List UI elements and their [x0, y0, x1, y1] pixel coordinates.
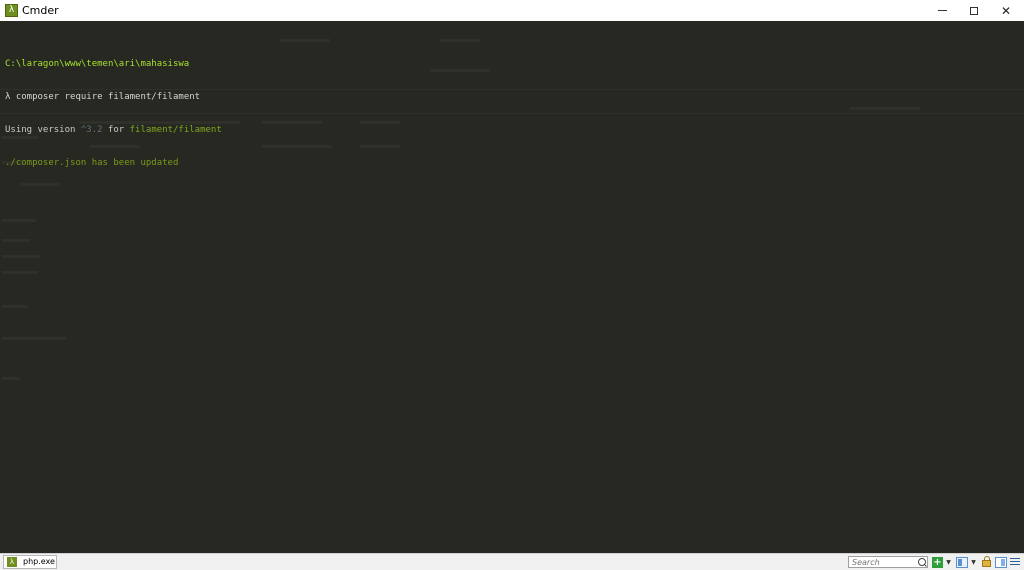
- minimize-button[interactable]: [926, 0, 958, 21]
- console-path-line: C:\laragon\www\temen\ari\mahasiswa: [5, 59, 190, 69]
- menu-icon[interactable]: [1010, 557, 1020, 568]
- split-view-icon[interactable]: [956, 557, 968, 568]
- lock-icon[interactable]: [982, 556, 991, 567]
- title-bar[interactable]: λ Cmder ✕: [0, 0, 1024, 22]
- new-console-icon[interactable]: +: [932, 557, 943, 568]
- search-icon[interactable]: [918, 558, 926, 566]
- version-text: ^3.2: [80, 125, 103, 135]
- output-text: for: [102, 125, 130, 135]
- console-output-line: Using version ^3.2 for filament/filament: [5, 125, 222, 136]
- window-title: Cmder: [22, 4, 59, 17]
- maximize-icon: [970, 6, 978, 15]
- tab-label: php.exe: [23, 557, 55, 566]
- command-text: composer require filament/filament: [15, 92, 201, 102]
- console-output-line: ./composer.json has been updated: [5, 158, 179, 168]
- close-icon: ✕: [1000, 3, 1012, 18]
- dropdown-arrow-icon[interactable]: ▼: [945, 557, 952, 568]
- dropdown-arrow-icon[interactable]: ▼: [970, 557, 977, 568]
- lambda-icon: λ: [7, 557, 17, 567]
- search-input[interactable]: [849, 557, 918, 567]
- search-box[interactable]: [848, 556, 928, 568]
- output-text: Using version: [5, 125, 81, 135]
- console-command-line: λ composer require filament/filament: [5, 92, 222, 103]
- console-tab[interactable]: λ php.exe: [3, 555, 57, 569]
- panel-icon[interactable]: [995, 557, 1007, 568]
- console-output: C:\laragon\www\temen\ari\mahasiswa λ com…: [5, 37, 222, 191]
- cmder-window: λ Cmder ✕ C:\laragon\www\temen\ari\mahas…: [0, 0, 1024, 570]
- maximize-button[interactable]: [958, 0, 990, 21]
- lambda-app-icon: λ: [5, 4, 18, 17]
- minimize-icon: [937, 10, 947, 11]
- prompt-symbol: λ: [5, 92, 11, 102]
- status-bar: λ php.exe + ▼ ▼: [0, 553, 1024, 570]
- package-name: filament/filament: [129, 125, 222, 135]
- console-area[interactable]: C:\laragon\www\temen\ari\mahasiswa λ com…: [0, 21, 1024, 553]
- close-button[interactable]: ✕: [990, 0, 1022, 21]
